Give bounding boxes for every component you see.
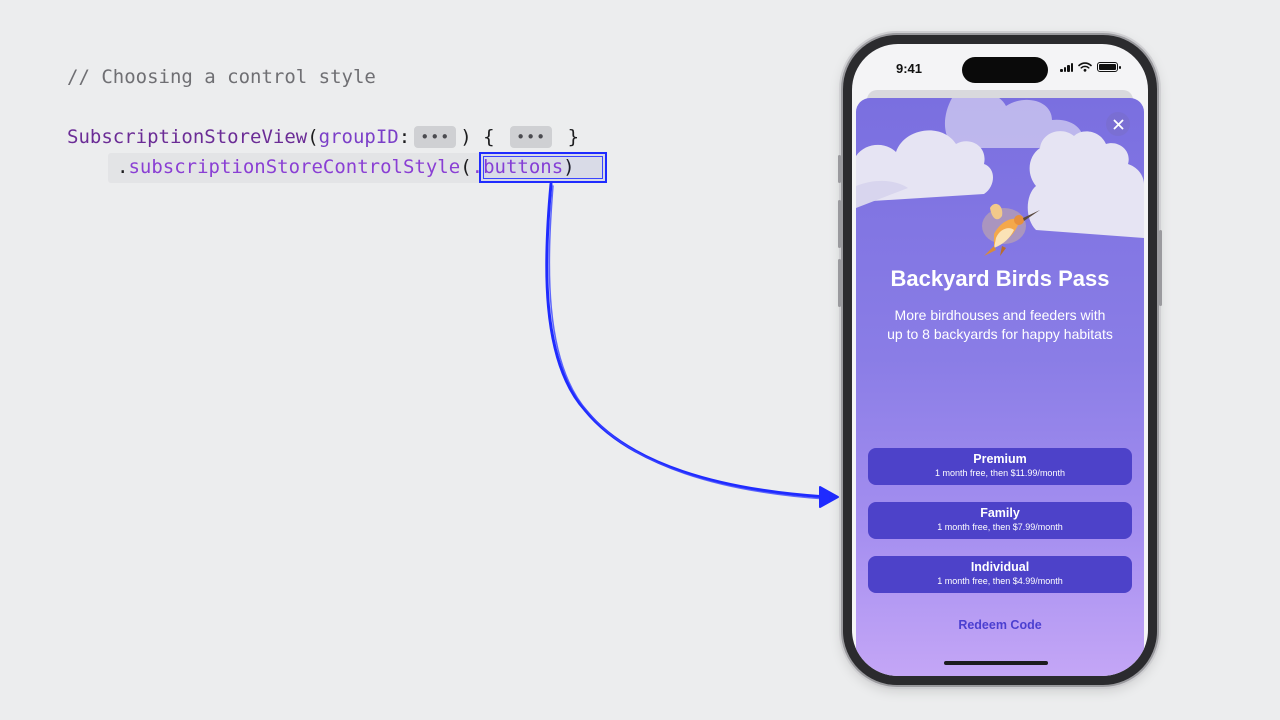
battery-icon [1097, 62, 1121, 72]
cellular-signal-icon [1060, 62, 1073, 72]
phone-frame: 9:41 Backyard Birds Pass More birdhouses… [838, 35, 1162, 685]
plan-button-family[interactable]: Family 1 month free, then $7.99/month [868, 502, 1132, 539]
side-button [1159, 230, 1162, 306]
plan-price: 1 month free, then $4.99/month [937, 576, 1063, 586]
redeem-code-link[interactable]: Redeem Code [856, 618, 1144, 632]
subscription-store-sheet: Backyard Birds Pass More birdhouses and … [856, 98, 1144, 676]
store-title: Backyard Birds Pass [890, 266, 1110, 291]
code-colon: : [398, 126, 411, 148]
plan-name: Premium [973, 452, 1027, 466]
store-subtitle: More birdhouses and feeders with up to 8… [887, 307, 1113, 342]
code-line-store-view: SubscriptionStoreView(groupID: •••) { •••… [67, 126, 579, 148]
home-indicator[interactable] [944, 661, 1048, 665]
action-button [838, 155, 841, 183]
plan-button-individual[interactable]: Individual 1 month free, then $4.99/mont… [868, 556, 1132, 593]
code-placeholder: ••• [414, 126, 457, 148]
plan-price: 1 month free, then $11.99/month [935, 468, 1065, 478]
code-comment: // Choosing a control style [67, 66, 376, 88]
plan-name: Family [980, 506, 1020, 520]
volume-down-button [838, 259, 841, 307]
plan-name: Individual [970, 560, 1030, 574]
status-time: 9:41 [896, 61, 923, 76]
code-arg-open: ( [460, 156, 472, 178]
close-button[interactable] [1106, 112, 1130, 136]
plan-price: 1 month free, then $7.99/month [937, 522, 1063, 532]
code-placeholder: ••• [510, 126, 553, 148]
code-label: groupID [318, 126, 399, 148]
code-close-brace: } [567, 126, 580, 148]
status-bar: 9:41 [852, 44, 1148, 96]
code-modifier: subscriptionStoreControlStyle [128, 156, 461, 178]
code-dot: . [117, 156, 129, 178]
wifi-icon [1078, 62, 1092, 72]
volume-up-button [838, 200, 841, 248]
annotation-box [479, 152, 607, 183]
hummingbird-icon [982, 203, 1040, 256]
code-mid: ) { [460, 126, 495, 148]
status-icons [1060, 62, 1121, 72]
code-type-name: SubscriptionStoreView [67, 126, 308, 148]
phone-screen: 9:41 Backyard Birds Pass More birdhouses… [852, 44, 1148, 676]
dynamic-island [962, 57, 1048, 83]
code-open-paren: ( [307, 126, 319, 148]
close-icon [1113, 119, 1123, 129]
plan-button-premium[interactable]: Premium 1 month free, then $11.99/month [868, 448, 1132, 485]
